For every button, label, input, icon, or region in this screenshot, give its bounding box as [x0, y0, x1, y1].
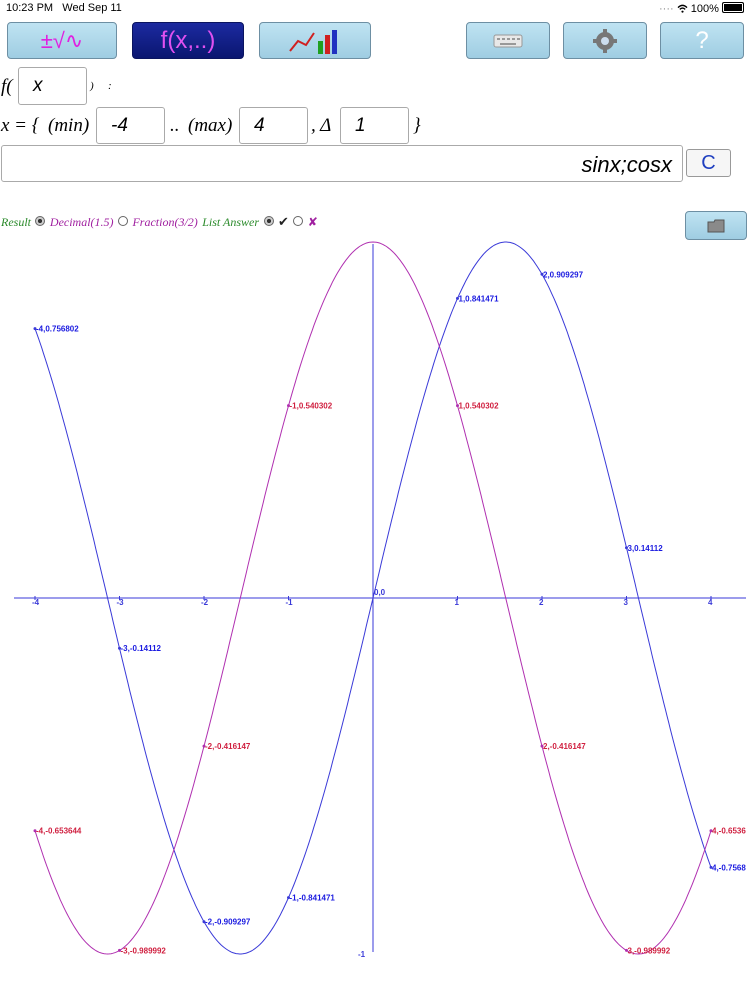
list-answer-label: List Answer	[202, 215, 260, 229]
data-label: -3,-0.989992	[121, 946, 167, 955]
data-label: -1,0.540302	[290, 402, 333, 411]
function-colon: :	[108, 80, 112, 92]
decimal-label: Decimal(1.5)	[49, 215, 114, 229]
keyboard-button[interactable]	[466, 22, 550, 59]
fraction-label: Fraction(3/2)	[132, 215, 198, 229]
status-right: ···· 100%	[659, 2, 744, 15]
function-variable-input[interactable]: x	[18, 67, 87, 105]
chart-mode-button[interactable]	[259, 22, 371, 59]
decimal-radio[interactable]	[35, 216, 46, 226]
x-tick-label: -1	[286, 598, 294, 607]
function-graph: -4 -3 -2 -1 1 2 3 4 -1 0,0 -4,0.756802 -3,-0.14112 -…	[14, 241, 746, 959]
x-tick-label: 2	[539, 598, 544, 607]
function-prefix: f(	[1, 76, 13, 97]
cellular-icon: ····	[659, 3, 674, 15]
data-label: 2,-0.416147	[543, 742, 586, 751]
status-bar: 10:23 PM Wed Sep 11 ···· 100%	[0, 0, 750, 16]
x-tick-label: -3	[117, 598, 125, 607]
origin-label: 0,0	[374, 588, 386, 597]
min-input[interactable]: -4	[96, 107, 165, 144]
x-tick-label: 3	[624, 598, 629, 607]
function-mode-button[interactable]: f(x,..)	[132, 22, 244, 59]
range-close: }	[413, 115, 421, 136]
delta-label: , Δ	[311, 115, 332, 136]
status-time-date: 10:23 PM Wed Sep 11	[6, 2, 122, 14]
max-input[interactable]: 4	[239, 107, 308, 144]
calculator-mode-button[interactable]: ±√∿	[7, 22, 117, 59]
keyboard-icon	[493, 34, 523, 47]
result-label: Result	[1, 215, 31, 229]
delta-input[interactable]: 1	[340, 107, 409, 144]
options-row: Result Decimal(1.5) Fraction(3/2) List A…	[1, 213, 318, 231]
data-label: -2,-0.416147	[205, 742, 251, 751]
list-answer-yes-radio[interactable]	[263, 216, 274, 226]
data-label: -4,-0.653644	[36, 827, 82, 836]
expression-input[interactable]: sinx;cosx	[1, 145, 683, 182]
settings-button[interactable]	[563, 22, 647, 59]
range-separator: ..	[170, 115, 180, 136]
max-label: (max)	[188, 115, 233, 136]
wifi-icon	[677, 4, 688, 13]
data-label: 1,0.841471	[459, 294, 500, 303]
data-label: 4,-0.6536	[712, 827, 746, 836]
cross-icon: ✘	[307, 215, 318, 229]
clear-button[interactable]: C	[686, 149, 731, 177]
data-label: 2,0.909297	[543, 270, 584, 279]
help-button[interactable]: ?	[660, 22, 744, 59]
battery-percent: 100%	[690, 3, 719, 15]
gear-icon	[593, 28, 617, 53]
min-label: (min)	[48, 115, 90, 136]
x-tick-label: -4	[32, 598, 40, 607]
y-tick-label: -1	[358, 950, 366, 959]
data-label: 3,0.14112	[628, 544, 664, 553]
list-answer-no-radio[interactable]	[293, 216, 304, 226]
function-suffix: )	[90, 80, 94, 92]
status-time: 10:23 PM	[6, 2, 54, 14]
data-label: -4,0.756802	[36, 325, 79, 334]
data-label: 3,-0.989992	[628, 946, 671, 955]
calculator-mode-label: ±√∿	[40, 27, 84, 53]
x-tick-label: 1	[455, 598, 460, 607]
x-tick-label: -2	[201, 598, 209, 607]
status-date: Wed Sep 11	[62, 2, 122, 14]
help-label: ?	[695, 26, 709, 54]
fraction-radio[interactable]	[118, 216, 129, 226]
data-label: -2,-0.909297	[205, 918, 251, 927]
check-icon: ✔	[277, 214, 289, 229]
chart-icon	[289, 29, 337, 54]
data-label: -3,-0.14112	[121, 644, 162, 653]
data-label: -1,-0.841471	[290, 894, 336, 903]
function-mode-label: f(x,..)	[160, 26, 216, 54]
battery-icon	[722, 2, 744, 13]
data-label: 1,0.540302	[459, 402, 500, 411]
x-tick-label: 4	[708, 598, 713, 607]
data-label: 4,-0.7568	[712, 863, 746, 872]
folder-icon	[707, 219, 725, 232]
range-prefix: x = {	[1, 115, 40, 136]
